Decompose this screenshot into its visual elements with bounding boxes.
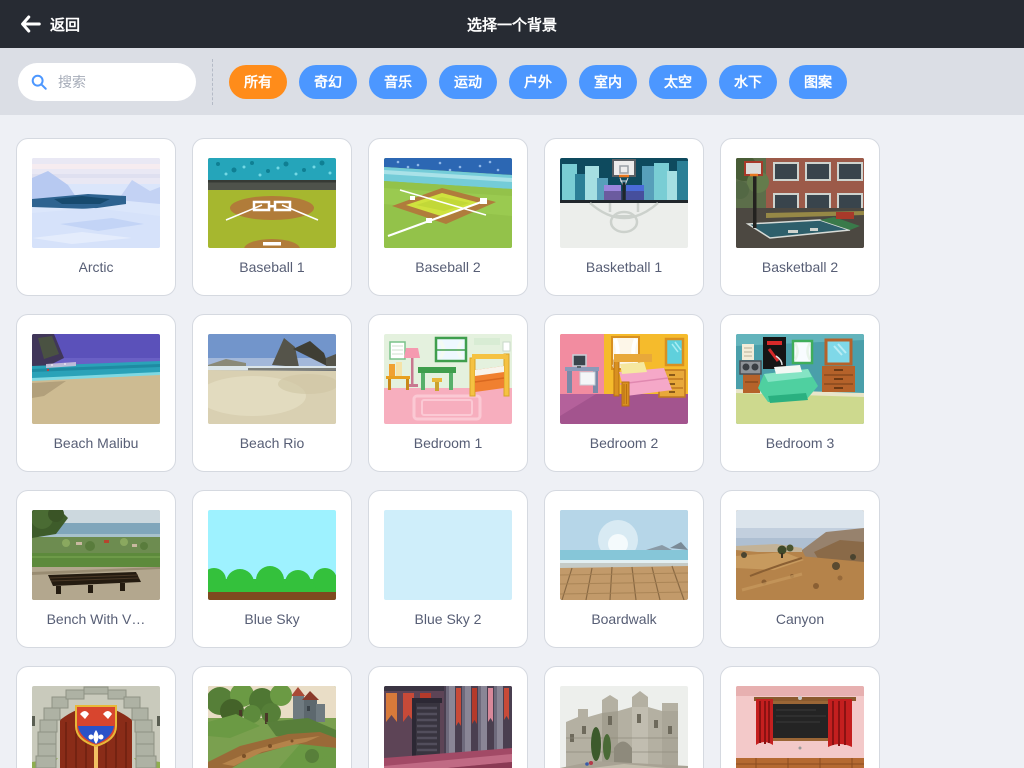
- filter-tag-list: 所有奇幻音乐运动户外室内太空水下图案: [229, 65, 847, 99]
- backdrop-card[interactable]: Beach Malibu: [16, 314, 176, 472]
- backdrop-thumbnail-castle-forest-path: [208, 686, 336, 768]
- backdrop-label: Bedroom 2: [590, 435, 658, 451]
- filter-tag-underwater[interactable]: 水下: [719, 65, 777, 99]
- backdrop-label: Boardwalk: [591, 611, 656, 627]
- filter-toolbar: 所有奇幻音乐运动户外室内太空水下图案: [0, 48, 1024, 115]
- search-input[interactable]: [56, 73, 184, 91]
- backdrop-thumbnail-chalkboard: [736, 686, 864, 768]
- backdrop-card[interactable]: [16, 666, 176, 768]
- backdrop-library: Arctic Baseball 1 Baseball 2 Basketball 1 Ba…: [0, 115, 1024, 768]
- backdrop-label: Canyon: [776, 611, 824, 627]
- backdrop-grid: Arctic Baseball 1 Baseball 2 Basketball 1 Ba…: [16, 138, 1024, 768]
- backdrop-card[interactable]: Beach Rio: [192, 314, 352, 472]
- backdrop-label: Blue Sky 2: [415, 611, 482, 627]
- backdrop-label: Beach Malibu: [54, 435, 139, 451]
- backdrop-card[interactable]: Blue Sky: [192, 490, 352, 648]
- filter-tag-outdoors[interactable]: 户外: [509, 65, 567, 99]
- backdrop-thumbnail-bench-with-view: [32, 510, 160, 600]
- backdrop-thumbnail-arctic: [32, 158, 160, 248]
- backdrop-thumbnail-bedroom-1: [384, 334, 512, 424]
- page-title: 选择一个背景: [467, 14, 557, 35]
- backdrop-card[interactable]: Canyon: [720, 490, 880, 648]
- backdrop-card[interactable]: [720, 666, 880, 768]
- backdrop-card[interactable]: [368, 666, 528, 768]
- backdrop-thumbnail-beach-rio: [208, 334, 336, 424]
- backdrop-label: Baseball 2: [415, 259, 480, 275]
- backdrop-thumbnail-bedroom-2: [560, 334, 688, 424]
- filter-tag-fantasy[interactable]: 奇幻: [299, 65, 357, 99]
- backdrop-label: Bedroom 3: [766, 435, 834, 451]
- backdrop-card[interactable]: Arctic: [16, 138, 176, 296]
- filter-tag-music[interactable]: 音乐: [369, 65, 427, 99]
- backdrop-card[interactable]: Bedroom 1: [368, 314, 528, 472]
- backdrop-label: Blue Sky: [244, 611, 299, 627]
- backdrop-card[interactable]: Bedroom 3: [720, 314, 880, 472]
- back-button[interactable]: 返回: [14, 10, 86, 39]
- backdrop-label: Basketball 1: [586, 259, 662, 275]
- backdrop-card[interactable]: Baseball 1: [192, 138, 352, 296]
- backdrop-thumbnail-baseball-field-1: [208, 158, 336, 248]
- backdrop-label: Baseball 1: [239, 259, 304, 275]
- backdrop-thumbnail-blue-sky-2: [384, 510, 512, 600]
- backdrop-card[interactable]: Bedroom 2: [544, 314, 704, 472]
- backdrop-thumbnail-boardwalk: [560, 510, 688, 600]
- backdrop-thumbnail-basketball-court-cartoon: [560, 158, 688, 248]
- backdrop-thumbnail-basketball-court-photo: [736, 158, 864, 248]
- toolbar-divider: [212, 59, 213, 105]
- backdrop-label: Basketball 2: [762, 259, 838, 275]
- backdrop-card[interactable]: Basketball 2: [720, 138, 880, 296]
- backdrop-thumbnail-canyon: [736, 510, 864, 600]
- backdrop-label: Bedroom 1: [414, 435, 482, 451]
- search-icon: [30, 73, 48, 91]
- backdrop-card[interactable]: Bench With V…: [16, 490, 176, 648]
- back-label: 返回: [50, 14, 80, 35]
- filter-tag-patterns[interactable]: 图案: [789, 65, 847, 99]
- backdrop-card[interactable]: Blue Sky 2: [368, 490, 528, 648]
- backdrop-card[interactable]: Baseball 2: [368, 138, 528, 296]
- backdrop-thumbnail-castle-stone-photo: [560, 686, 688, 768]
- backdrop-label: Arctic: [79, 259, 114, 275]
- filter-tag-all[interactable]: 所有: [229, 65, 287, 99]
- back-arrow-icon: [20, 15, 41, 33]
- backdrop-card[interactable]: [544, 666, 704, 768]
- filter-tag-space[interactable]: 太空: [649, 65, 707, 99]
- backdrop-thumbnail-beach-malibu: [32, 334, 160, 424]
- filter-tag-indoors[interactable]: 室内: [579, 65, 637, 99]
- backdrop-card[interactable]: Basketball 1: [544, 138, 704, 296]
- topbar: 返回 选择一个背景: [0, 0, 1024, 48]
- backdrop-thumbnail-bedroom-3: [736, 334, 864, 424]
- backdrop-thumbnail-castle-interior: [384, 686, 512, 768]
- search-box[interactable]: [18, 63, 196, 101]
- backdrop-thumbnail-baseball-field-2: [384, 158, 512, 248]
- filter-tag-sports[interactable]: 运动: [439, 65, 497, 99]
- backdrop-label: Beach Rio: [240, 435, 305, 451]
- backdrop-thumbnail-blue-sky: [208, 510, 336, 600]
- backdrop-card[interactable]: [192, 666, 352, 768]
- backdrop-card[interactable]: Boardwalk: [544, 490, 704, 648]
- backdrop-label: Bench With V…: [47, 611, 146, 627]
- backdrop-thumbnail-castle-door: [32, 686, 160, 768]
